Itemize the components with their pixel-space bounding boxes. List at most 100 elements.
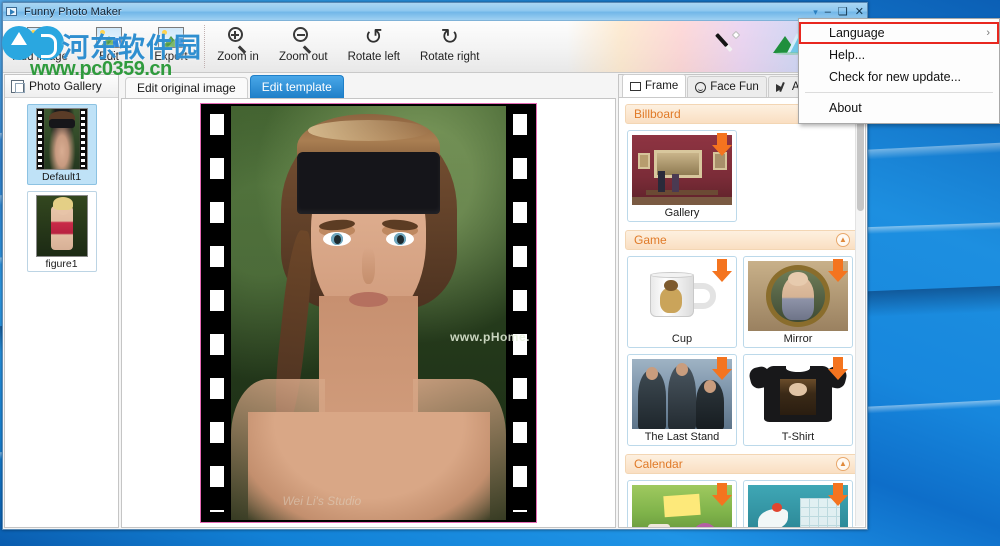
toolbar-rotate-left-button[interactable]: ↺ Rotate left <box>338 21 410 64</box>
section-header-calendar[interactable]: Calendar ▲ <box>625 454 859 474</box>
toolbar-edit-button[interactable]: \ Edit <box>78 21 140 63</box>
editor-tab-bar: Edit original image Edit template <box>121 74 616 98</box>
window-title: Funny Photo Maker <box>24 5 122 18</box>
rotate-right-icon: ↻ <box>440 24 459 49</box>
add-image-icon: + <box>27 25 54 49</box>
application-body: Photo Gallery Default1 figure1 Edit orig… <box>3 73 867 529</box>
tab-label: Edit template <box>261 80 332 94</box>
template-label: Mirror <box>783 333 813 345</box>
toolbar-zoom-in-button[interactable]: Zoom in <box>207 21 269 63</box>
template-card-gallery[interactable]: Gallery <box>627 130 737 222</box>
photo-gallery-panel: Photo Gallery Default1 figure1 <box>4 74 119 528</box>
tab-edit-original-image[interactable]: Edit original image <box>125 77 248 98</box>
minimize-button[interactable]: – <box>825 6 831 18</box>
menu-item-label: Help... <box>829 48 866 62</box>
toolbar-zoom-out-button[interactable]: Zoom out <box>269 21 338 63</box>
template-panel: Frame Face Fun Arti Billboard ▲ <box>618 74 866 528</box>
chevron-right-icon: › <box>986 27 990 39</box>
section-header-game[interactable]: Game ▲ <box>625 230 859 250</box>
download-arrow-icon[interactable] <box>712 133 732 157</box>
template-card-mirror[interactable]: Mirror <box>743 256 853 348</box>
toolbar-export-label: Export <box>154 51 188 63</box>
template-scrollbar[interactable] <box>855 99 864 526</box>
toolbar-rotate-left-label: Rotate left <box>347 51 400 63</box>
editor-panel: Edit original image Edit template www.pH… <box>121 74 616 528</box>
toolbar-export-button[interactable]: → Export <box>140 21 202 63</box>
maximize-button[interactable]: ❑ <box>838 6 848 18</box>
editor-canvas[interactable]: www.pHome. Wei Li's Studio <box>121 98 616 528</box>
section-items-calendar <box>619 474 865 527</box>
edit-image-icon: \ <box>95 25 122 49</box>
template-label: T-Shirt <box>781 431 815 443</box>
photo-watermark-url: www.pHome. <box>450 329 530 344</box>
download-arrow-icon[interactable] <box>828 259 848 283</box>
template-label: The Last Stand <box>644 431 720 443</box>
template-card-calendar-1[interactable] <box>627 480 737 527</box>
download-arrow-icon[interactable] <box>712 483 732 507</box>
download-arrow-icon[interactable] <box>712 259 732 283</box>
photo-content <box>231 106 506 520</box>
gallery-thumbnail <box>35 108 88 170</box>
title-bar[interactable]: Funny Photo Maker ▾ – ❑ ✕ <box>3 3 867 21</box>
menu-item-help[interactable]: Help... <box>799 44 999 66</box>
template-scroll-area[interactable]: Billboard ▲ Gallery <box>619 98 865 527</box>
menu-item-label: Language <box>829 26 885 40</box>
download-arrow-icon[interactable] <box>828 483 848 507</box>
tab-label: Edit original image <box>137 81 236 95</box>
magic-wand-icon <box>715 30 741 55</box>
photo-gallery-list: Default1 figure1 <box>5 98 118 527</box>
toolbar-rotate-right-label: Rotate right <box>419 51 480 63</box>
toolbar-magic-wand-button[interactable] <box>697 21 759 55</box>
gallery-thumbnail <box>35 195 88 257</box>
template-label: Gallery <box>664 207 700 219</box>
export-image-icon: → <box>157 25 184 49</box>
template-card-calendar-2[interactable] <box>743 480 853 527</box>
photo-gallery-title: Photo Gallery <box>29 79 102 93</box>
photo-inner: www.pHome. Wei Li's Studio <box>203 106 534 520</box>
section-items-billboard: Gallery <box>619 124 865 224</box>
film-strip-right <box>506 106 534 520</box>
close-button[interactable]: ✕ <box>855 6 864 18</box>
menu-item-language[interactable]: Language › <box>799 22 999 44</box>
gallery-item-label: Default1 <box>41 171 82 183</box>
photo-gallery-icon <box>11 79 25 93</box>
chevron-up-icon[interactable]: ▲ <box>836 457 850 471</box>
menu-item-label: Check for new update... <box>829 70 962 84</box>
main-toolbar: + Add image \ Edit → Export Zoom in <box>3 21 867 73</box>
toolbar-zoom-in-label: Zoom in <box>217 51 259 63</box>
toolbar-edit-label: Edit <box>99 51 119 63</box>
application-menu: Language › Help... Check for new update.… <box>798 18 1000 124</box>
tab-label: Face Fun <box>710 81 759 93</box>
tab-frame[interactable]: Frame <box>622 74 687 97</box>
menu-item-check-for-update[interactable]: Check for new update... <box>799 66 999 88</box>
menu-item-about[interactable]: About <box>799 97 999 119</box>
gallery-item-figure1[interactable]: figure1 <box>26 191 97 272</box>
artistic-icon <box>775 82 788 92</box>
toolbar-add-image-label: Add image <box>13 51 68 63</box>
framed-photo[interactable]: www.pHome. Wei Li's Studio <box>200 103 537 523</box>
section-items-game: Cup Mirror The Last Stand T-Shirt <box>619 250 865 448</box>
film-strip-left <box>203 106 231 520</box>
application-window: Funny Photo Maker ▾ – ❑ ✕ + Add image \ … <box>2 2 868 530</box>
toolbar-rotate-right-button[interactable]: ↻ Rotate right <box>410 21 489 64</box>
toolbar-zoom-out-label: Zoom out <box>278 51 328 63</box>
download-arrow-icon[interactable] <box>828 357 848 381</box>
menu-separator <box>805 92 993 93</box>
gallery-item-default1[interactable]: Default1 <box>26 104 97 185</box>
smiley-icon <box>695 81 707 93</box>
section-title: Billboard <box>634 107 681 121</box>
template-card-cup[interactable]: Cup <box>627 256 737 348</box>
tab-face-fun[interactable]: Face Fun <box>687 76 767 97</box>
menu-item-label: About <box>829 101 862 115</box>
tab-edit-template[interactable]: Edit template <box>249 75 344 98</box>
photo-gallery-header: Photo Gallery <box>5 75 118 98</box>
menu-dropdown-button[interactable]: ▾ <box>813 7 818 17</box>
toolbar-separator <box>203 25 205 68</box>
tab-label: Frame <box>645 80 679 92</box>
download-arrow-icon[interactable] <box>712 357 732 381</box>
template-card-the-last-stand[interactable]: The Last Stand <box>627 354 737 446</box>
zoom-out-icon <box>293 25 313 53</box>
template-card-t-shirt[interactable]: T-Shirt <box>743 354 853 446</box>
chevron-up-icon[interactable]: ▲ <box>836 233 850 247</box>
toolbar-add-image-button[interactable]: + Add image <box>3 21 78 63</box>
